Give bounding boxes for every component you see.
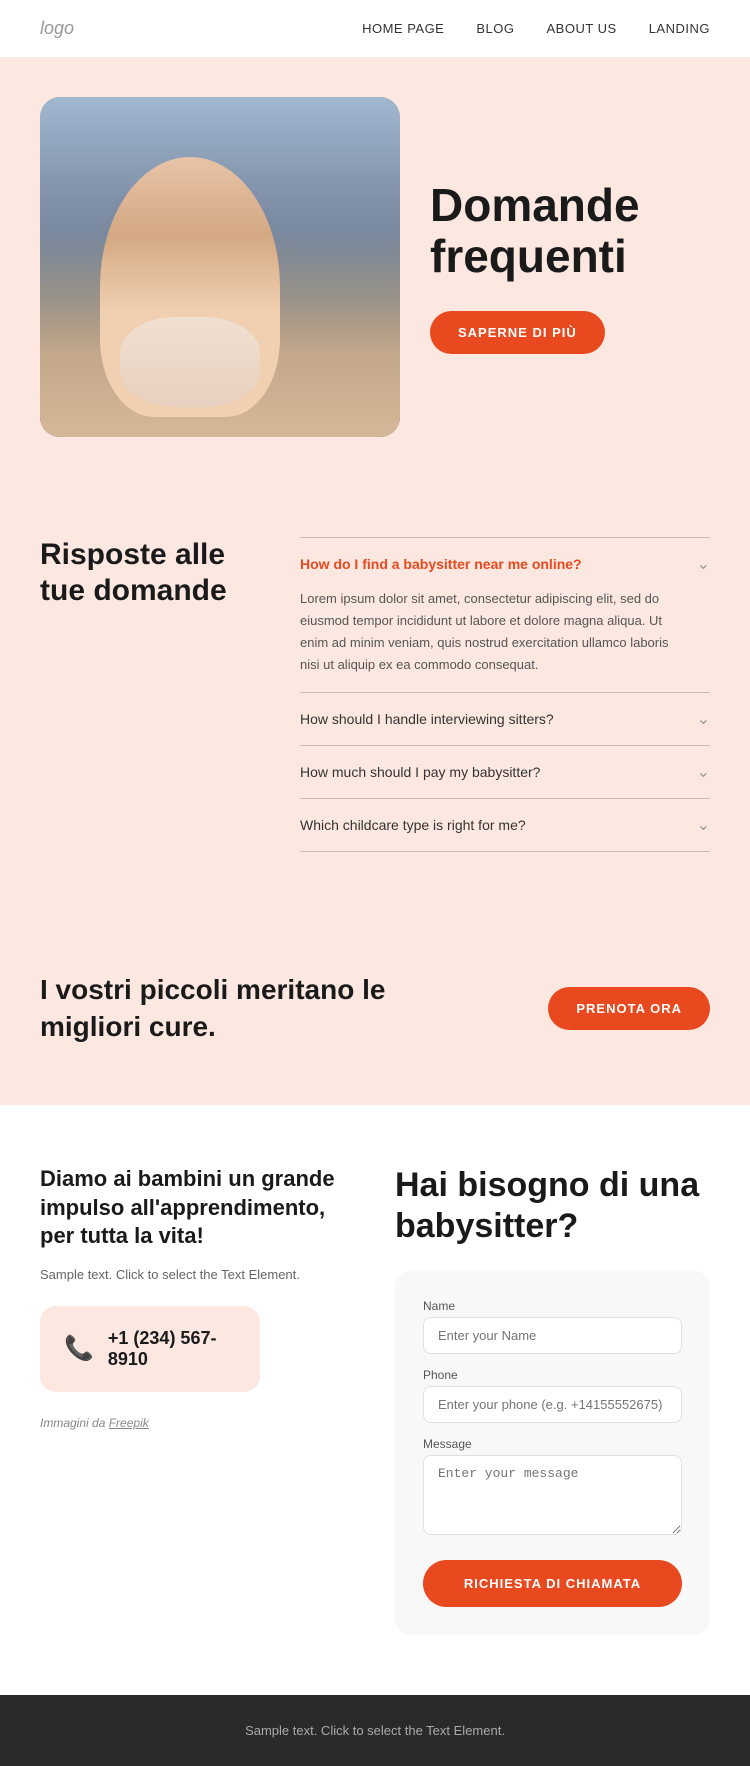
faq-answer-0: Lorem ipsum dolor sit amet, consectetur … xyxy=(300,588,710,676)
hero-section: Domande frequenti SAPERNE DI PIÙ xyxy=(0,57,750,487)
faq-question-row-1[interactable]: How should I handle interviewing sitters… xyxy=(300,709,710,729)
faq-item-2: How much should I pay my babysitter? ⌄ xyxy=(300,746,710,799)
phone-icon: 📞 xyxy=(64,1334,94,1363)
submit-button[interactable]: RICHIESTA DI CHIAMATA xyxy=(423,1560,682,1607)
chevron-down-icon-0: ⌄ xyxy=(697,554,710,574)
freepik-credit: Immagini da Freepik xyxy=(40,1416,355,1430)
phone-input[interactable] xyxy=(423,1386,682,1423)
nav-links: HOME PAGE BLOG ABOUT US LANDING xyxy=(362,21,710,36)
faq-item-3: Which childcare type is right for me? ⌄ xyxy=(300,799,710,852)
navbar: logo HOME PAGE BLOG ABOUT US LANDING xyxy=(0,0,750,57)
faq-section: Risposte alle tue domande How do I find … xyxy=(0,487,750,912)
cta-banner: I vostri piccoli meritano le migliori cu… xyxy=(0,912,750,1105)
message-label: Message xyxy=(423,1437,682,1451)
contact-form-card: Name Phone Message RICHIESTA DI CHIAMATA xyxy=(395,1271,710,1635)
nav-link-about[interactable]: ABOUT US xyxy=(546,21,616,36)
freepik-link[interactable]: Freepik xyxy=(109,1416,149,1430)
logo: logo xyxy=(40,18,74,39)
chevron-down-icon-1: ⌄ xyxy=(697,709,710,729)
hero-title: Domande frequenti xyxy=(430,180,710,281)
cta-button[interactable]: PRENOTA ORA xyxy=(548,987,710,1030)
faq-left: Risposte alle tue domande xyxy=(40,537,260,852)
chevron-down-icon-2: ⌄ xyxy=(697,762,710,782)
message-input[interactable] xyxy=(423,1455,682,1535)
phone-label: Phone xyxy=(423,1368,682,1382)
contact-right: Hai bisogno di una babysitter? Name Phon… xyxy=(395,1165,710,1635)
contact-left: Diamo ai bambini un grande impulso all'a… xyxy=(40,1165,355,1635)
nav-link-home[interactable]: HOME PAGE xyxy=(362,21,444,36)
faq-question-row-3[interactable]: Which childcare type is right for me? ⌄ xyxy=(300,815,710,835)
faq-question-row-2[interactable]: How much should I pay my babysitter? ⌄ xyxy=(300,762,710,782)
contact-right-title: Hai bisogno di una babysitter? xyxy=(395,1165,710,1247)
faq-item-0: How do I find a babysitter near me onlin… xyxy=(300,537,710,693)
contact-sample-text: Sample text. Click to select the Text El… xyxy=(40,1267,355,1282)
name-group: Name xyxy=(423,1299,682,1354)
message-group: Message xyxy=(423,1437,682,1540)
contact-left-title: Diamo ai bambini un grande impulso all'a… xyxy=(40,1165,355,1251)
footer-text: Sample text. Click to select the Text El… xyxy=(40,1723,710,1738)
footer: Sample text. Click to select the Text El… xyxy=(0,1695,750,1766)
faq-section-title: Risposte alle tue domande xyxy=(40,537,260,609)
faq-question-text-1: How should I handle interviewing sitters… xyxy=(300,711,554,727)
faq-item-1: How should I handle interviewing sitters… xyxy=(300,693,710,746)
hero-cta-button[interactable]: SAPERNE DI PIÙ xyxy=(430,311,605,354)
phone-group: Phone xyxy=(423,1368,682,1423)
contact-section: Diamo ai bambini un grande impulso all'a… xyxy=(0,1105,750,1695)
freepik-label: Immagini da xyxy=(40,1416,105,1430)
nav-link-blog[interactable]: BLOG xyxy=(476,21,514,36)
faq-question-row-0[interactable]: How do I find a babysitter near me onlin… xyxy=(300,554,710,574)
faq-question-text-3: Which childcare type is right for me? xyxy=(300,817,526,833)
hero-image xyxy=(40,97,400,437)
hero-content: Domande frequenti SAPERNE DI PIÙ xyxy=(430,180,710,354)
name-label: Name xyxy=(423,1299,682,1313)
faq-question-text-2: How much should I pay my babysitter? xyxy=(300,764,540,780)
name-input[interactable] xyxy=(423,1317,682,1354)
phone-box[interactable]: 📞 +1 (234) 567-8910 xyxy=(40,1306,260,1392)
faq-right: How do I find a babysitter near me onlin… xyxy=(300,537,710,852)
phone-number: +1 (234) 567-8910 xyxy=(108,1328,236,1370)
nav-link-landing[interactable]: LANDING xyxy=(649,21,710,36)
faq-question-text-0: How do I find a babysitter near me onlin… xyxy=(300,556,582,572)
cta-title: I vostri piccoli meritano le migliori cu… xyxy=(40,972,400,1045)
chevron-down-icon-3: ⌄ xyxy=(697,815,710,835)
